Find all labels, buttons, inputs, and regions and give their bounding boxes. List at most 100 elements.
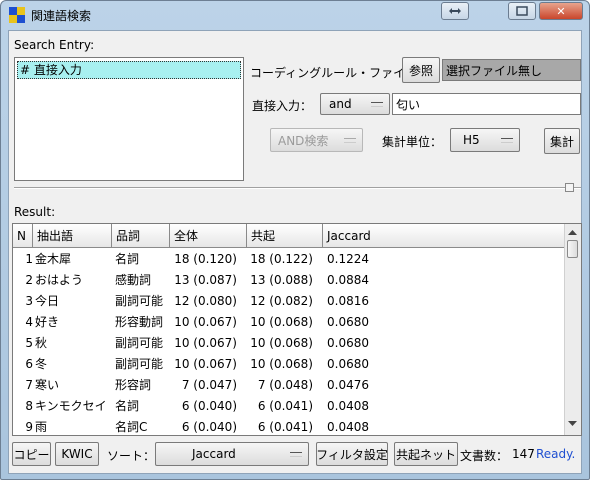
cell-jaccard: 0.0680: [327, 336, 369, 350]
cell-jaccard: 0.0680: [327, 315, 369, 329]
table-row[interactable]: 6 冬 副詞可能 10 (0.067) 10 (0.068) 0.0680: [13, 354, 565, 375]
dropdown-arrow-icon: [290, 452, 302, 457]
cell-pos: 副詞可能: [115, 294, 164, 308]
cell-word: 今日: [35, 294, 60, 308]
operator-dropdown[interactable]: and: [320, 93, 390, 115]
sort-dropdown[interactable]: Jaccard: [155, 442, 309, 466]
maximize-icon[interactable]: [508, 2, 536, 20]
cell-cooccur: 10 (0.068): [250, 336, 313, 350]
splitter[interactable]: [14, 187, 581, 189]
title-bar[interactable]: 関連語検索 ✕: [1, 1, 589, 29]
cell-cooccur: 6 (0.041): [257, 399, 313, 413]
cell-total: 7 (0.047): [181, 378, 237, 392]
doc-count-value: 147: [512, 447, 535, 461]
cell-total: 10 (0.067): [174, 315, 237, 329]
scroll-down-icon[interactable]: [568, 421, 577, 427]
cell-pos: 感動詞: [115, 273, 152, 287]
browse-button[interactable]: 参照: [402, 57, 440, 83]
cell-jaccard: 0.1224: [327, 252, 369, 266]
search-entry-item[interactable]: # 直接入力: [17, 61, 241, 79]
scroll-up-icon[interactable]: [568, 230, 577, 236]
cell-jaccard: 0.0408: [327, 420, 369, 434]
cell-total: 10 (0.067): [174, 336, 237, 350]
cell-cooccur: 10 (0.068): [250, 357, 313, 371]
cell-total: 12 (0.080): [174, 294, 237, 308]
cell-cooccur: 6 (0.041): [257, 420, 313, 434]
window-title: 関連語検索: [31, 9, 92, 23]
table-row[interactable]: 2 おはよう 感動詞 13 (0.087) 13 (0.088) 0.0884: [13, 270, 565, 291]
cell-word: 寒い: [35, 378, 60, 392]
cell-total: 18 (0.120): [174, 252, 237, 266]
cell-n: 5: [25, 336, 33, 350]
splitter-handle[interactable]: [565, 183, 574, 192]
column-header-pos[interactable]: 品詞: [112, 224, 170, 248]
cell-pos: 名詞: [115, 252, 140, 266]
cell-n: 1: [25, 252, 33, 266]
cell-jaccard: 0.0884: [327, 273, 369, 287]
direct-input-field[interactable]: 匂い: [392, 93, 581, 115]
cell-pos: 名詞: [115, 399, 140, 413]
result-table[interactable]: N 抽出語 品詞 全体 共起 Jaccard 1 金木犀 名詞 18 (0.120) 1…: [12, 223, 582, 436]
cell-word: おはよう: [35, 273, 84, 287]
copy-button[interactable]: コピー: [12, 442, 51, 466]
table-row[interactable]: 9 雨 名詞C 6 (0.040) 6 (0.041) 0.0408: [13, 417, 565, 435]
filter-settings-button[interactable]: フィルタ設定: [316, 442, 388, 466]
coding-rule-file-field: 選択ファイル無し: [442, 59, 581, 81]
cell-pos: 副詞可能: [115, 357, 164, 371]
column-header-total[interactable]: 全体: [170, 224, 247, 248]
cell-cooccur: 12 (0.082): [250, 294, 313, 308]
search-entry-list[interactable]: # 直接入力: [14, 57, 244, 181]
column-header-word[interactable]: 抽出語: [33, 224, 112, 248]
cell-word: 金木犀: [35, 252, 72, 266]
cell-total: 13 (0.087): [174, 273, 237, 287]
cell-cooccur: 13 (0.088): [250, 273, 313, 287]
cell-word: 秋: [35, 336, 48, 350]
cell-cooccur: 18 (0.122): [250, 252, 313, 266]
unit-label: 集計単位：: [382, 135, 443, 149]
close-icon[interactable]: ✕: [539, 2, 583, 20]
cell-jaccard: 0.0680: [327, 357, 369, 371]
search-mode-value: AND検索: [278, 133, 329, 148]
table-row[interactable]: 5 秋 副詞可能 10 (0.067) 10 (0.068) 0.0680: [13, 333, 565, 354]
cooccurrence-network-button[interactable]: 共起ネット: [394, 442, 458, 466]
cell-pos: 名詞C: [115, 420, 148, 434]
app-icon: [9, 7, 25, 23]
cell-pos: 形容詞: [115, 378, 152, 392]
unit-dropdown[interactable]: H5: [450, 128, 520, 152]
cell-n: 9: [25, 420, 33, 434]
minimize-icon[interactable]: [441, 2, 469, 20]
kwic-button[interactable]: KWIC: [55, 442, 99, 466]
cell-jaccard: 0.0816: [327, 294, 369, 308]
direct-input-label: 直接入力：: [252, 99, 313, 113]
cell-n: 3: [25, 294, 33, 308]
vertical-scrollbar[interactable]: [564, 224, 581, 435]
table-row[interactable]: 4 好き 形容動詞 10 (0.067) 10 (0.068) 0.0680: [13, 312, 565, 333]
cell-n: 4: [25, 315, 33, 329]
column-header-n[interactable]: N: [13, 224, 33, 248]
cell-jaccard: 0.0408: [327, 399, 369, 413]
cell-word: 冬: [35, 357, 48, 371]
table-row[interactable]: 7 寒い 形容詞 7 (0.047) 7 (0.048) 0.0476: [13, 375, 565, 396]
scroll-thumb[interactable]: [567, 240, 578, 258]
cell-n: 8: [25, 399, 33, 413]
column-header-jaccard[interactable]: Jaccard: [323, 224, 565, 248]
client-area: Search Entry: # 直接入力 コーディングルール・ファイル： 参照 …: [8, 30, 582, 474]
dropdown-arrow-icon: [371, 102, 383, 107]
aggregate-button[interactable]: 集計: [544, 128, 580, 154]
table-row[interactable]: 1 金木犀 名詞 18 (0.120) 18 (0.122) 0.1224: [13, 249, 565, 270]
table-row[interactable]: 3 今日 副詞可能 12 (0.080) 12 (0.082) 0.0816: [13, 291, 565, 312]
app-window: 関連語検索 ✕ Search Entry: # 直接入力 コーディングルール・フ…: [0, 0, 590, 480]
cell-total: 6 (0.040): [181, 399, 237, 413]
cell-cooccur: 10 (0.068): [250, 315, 313, 329]
search-entry-label: Search Entry:: [14, 38, 95, 52]
operator-value: and: [329, 97, 352, 111]
cell-pos: 副詞可能: [115, 336, 164, 350]
cell-total: 6 (0.040): [181, 420, 237, 434]
sort-value: Jaccard: [192, 447, 236, 461]
table-row[interactable]: 8 キンモクセイ 名詞 6 (0.040) 6 (0.041) 0.0408: [13, 396, 565, 417]
dropdown-arrow-icon: [501, 138, 513, 143]
cell-pos: 形容動詞: [115, 315, 164, 329]
search-mode-dropdown: AND検索: [270, 128, 363, 152]
cell-n: 2: [25, 273, 33, 287]
column-header-cooccur[interactable]: 共起: [247, 224, 323, 248]
